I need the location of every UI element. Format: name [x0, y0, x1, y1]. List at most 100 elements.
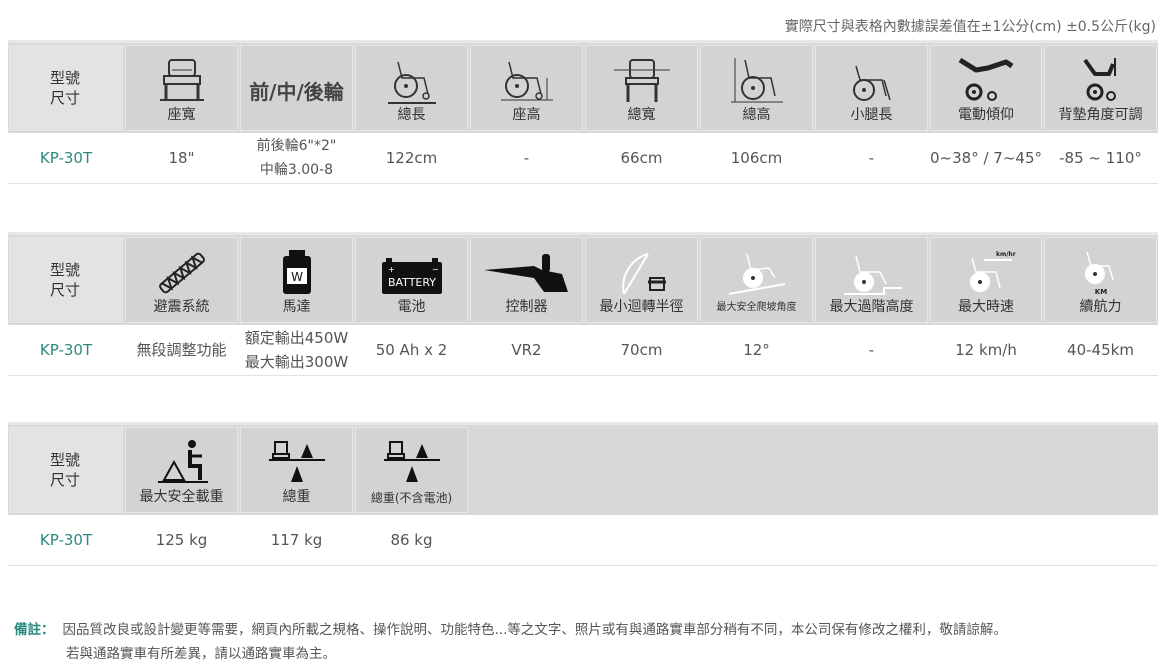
header-controller: 控制器 — [470, 237, 583, 323]
header-power-tilt: 電動傾仰 — [930, 45, 1042, 131]
table-row: KP-30T 18" 前後輪6"*2" 中輪3.00-8 122cm - 66c… — [8, 133, 1158, 184]
header-label: 最大安全爬坡角度 — [716, 302, 797, 313]
table-header-row: 型號 尺寸 最大安全載重 總重 總重(不含電池) — [8, 423, 1158, 515]
header-label: 小腿長 — [850, 107, 893, 123]
speed-badge: km/hr — [996, 251, 1016, 258]
spec-table-weight: 型號 尺寸 最大安全載重 總重 總重(不含電池) KP-30T 125 kg 11… — [8, 422, 1158, 566]
value-cell: -85 ~ 110° — [1043, 133, 1158, 184]
value-cell: 70cm — [584, 325, 699, 376]
header-label: 總重 — [282, 489, 311, 505]
total-width-icon — [610, 56, 674, 106]
model-size-header: 型號 尺寸 — [9, 237, 123, 323]
header-seat-width: 座寬 — [125, 45, 238, 131]
header-range: KM 續航力 — [1044, 237, 1157, 323]
value-cell: 122cm — [354, 133, 469, 184]
header-label: 電池 — [397, 299, 426, 315]
header-climb-angle: 最大安全爬坡角度 — [700, 237, 813, 323]
motor-icon: W — [265, 248, 329, 298]
table-row: KP-30T 無段調整功能 額定輸出450W 最大輸出300W 50 Ah x … — [8, 325, 1158, 376]
controller-icon — [482, 248, 572, 298]
model-label: 型號 — [50, 261, 81, 279]
header-label: 背墊角度可調 — [1058, 107, 1143, 123]
step-height-icon — [840, 248, 904, 298]
header-total-height: 總高 — [700, 45, 813, 131]
header-label: 座高 — [512, 107, 541, 123]
model-size-header: 型號 尺寸 — [9, 45, 123, 131]
header-total-width: 總寬 — [585, 45, 698, 131]
value-cell: VR2 — [469, 325, 584, 376]
svg-text:−: − — [432, 265, 439, 274]
table-row: KP-30T 125 kg 117 kg 86 kg — [8, 515, 1158, 566]
header-total-weight: 總重 — [240, 427, 353, 513]
header-label: 總高 — [742, 107, 771, 123]
shock-absorber-icon — [150, 248, 214, 298]
spec-table-performance: 型號 尺寸 避震系統 W 馬達 + − BATTERY 電池 控制器 最小迴轉半… — [8, 232, 1158, 376]
model-cell: KP-30T — [8, 133, 124, 184]
header-label: 電動傾仰 — [958, 107, 1014, 123]
value-cell: 0~38° / 7~45° — [929, 133, 1043, 184]
wheelchair-height-icon — [725, 56, 789, 106]
value-cell: 66cm — [584, 133, 699, 184]
turning-radius-icon — [610, 248, 674, 298]
battery-icon: + − BATTERY — [380, 248, 444, 298]
value-cell: 106cm — [699, 133, 814, 184]
header-label: 控制器 — [505, 299, 548, 315]
value-cell: 無段調整功能 — [124, 325, 239, 376]
header-label: 馬達 — [282, 299, 311, 315]
size-label: 尺寸 — [50, 281, 81, 299]
size-label: 尺寸 — [50, 471, 81, 489]
header-label: 避震系統 — [153, 299, 210, 315]
total-weight-icon — [265, 438, 329, 488]
max-load-icon — [150, 438, 214, 488]
header-max-speed: km/hr 最大時速 — [930, 237, 1042, 323]
value-cell: - — [469, 133, 584, 184]
value-cell: 86 kg — [354, 515, 469, 566]
header-leg-length: 小腿長 — [815, 45, 928, 131]
size-label: 尺寸 — [50, 89, 81, 107]
header-step-height: 最大過階高度 — [815, 237, 928, 323]
model-cell: KP-30T — [8, 515, 124, 566]
value-cell: - — [814, 133, 929, 184]
value-cell: 40-45km — [1043, 325, 1158, 376]
value-text: 前後輪6"*2" 中輪3.00-8 — [256, 137, 337, 178]
motor-badge: W — [291, 270, 303, 284]
value-cell: 額定輸出450W 最大輸出300W — [239, 325, 354, 376]
climb-angle-icon — [725, 248, 789, 298]
range-badge: KM — [1094, 288, 1106, 296]
value-cell: 12° — [699, 325, 814, 376]
header-label: 總長 — [397, 107, 426, 123]
svg-text:+: + — [388, 265, 395, 274]
value-text: 額定輸出450W 最大輸出300W — [244, 328, 349, 371]
value-cell: 12 km/h — [929, 325, 1043, 376]
value-cell: 117 kg — [239, 515, 354, 566]
header-motor: W 馬達 — [240, 237, 353, 323]
header-label: 總寬 — [627, 107, 656, 123]
weight-no-battery-icon — [380, 438, 444, 488]
header-label: 最小迴轉半徑 — [599, 299, 684, 315]
header-label: 最大過階高度 — [829, 299, 914, 315]
header-label: 座寬 — [167, 107, 196, 123]
header-wheels: 前/中/後輪 — [240, 45, 353, 131]
leg-length-icon — [840, 56, 904, 106]
remarks: 備註： 因品質改良或設計變更等需要，網頁內所載之規格、操作說明、功能特色...等之… — [14, 618, 1007, 666]
model-label: 型號 — [50, 69, 81, 87]
remarks-line-1: 因品質改良或設計變更等需要，網頁內所載之規格、操作說明、功能特色...等之文字、… — [62, 622, 1007, 638]
model-label: 型號 — [50, 451, 81, 469]
empty-cell — [469, 515, 1158, 566]
value-cell: 125 kg — [124, 515, 239, 566]
header-seat-height: 座高 — [470, 45, 583, 131]
seat-width-icon — [150, 56, 214, 106]
header-label: 總重(不含電池) — [370, 491, 453, 505]
value-cell: - — [814, 325, 929, 376]
header-backrest-angle: 背墊角度可調 — [1044, 45, 1157, 131]
power-tilt-icon — [954, 56, 1018, 106]
tolerance-note: 實際尺寸與表格內數據誤差值在±1公分(cm) ±0.5公斤(kg) — [784, 19, 1156, 35]
remarks-line-2: 若與通路實車有所差異，請以通路實車為主。 — [66, 646, 336, 662]
header-shock-absorber: 避震系統 — [125, 237, 238, 323]
header-label: 續航力 — [1079, 299, 1122, 315]
header-weight-no-battery: 總重(不含電池) — [355, 427, 468, 513]
wheelchair-seat-height-icon — [495, 56, 559, 106]
value-cell: 前後輪6"*2" 中輪3.00-8 — [239, 133, 354, 184]
wheelchair-length-icon — [380, 56, 444, 106]
remarks-label: 備註： — [14, 622, 55, 638]
